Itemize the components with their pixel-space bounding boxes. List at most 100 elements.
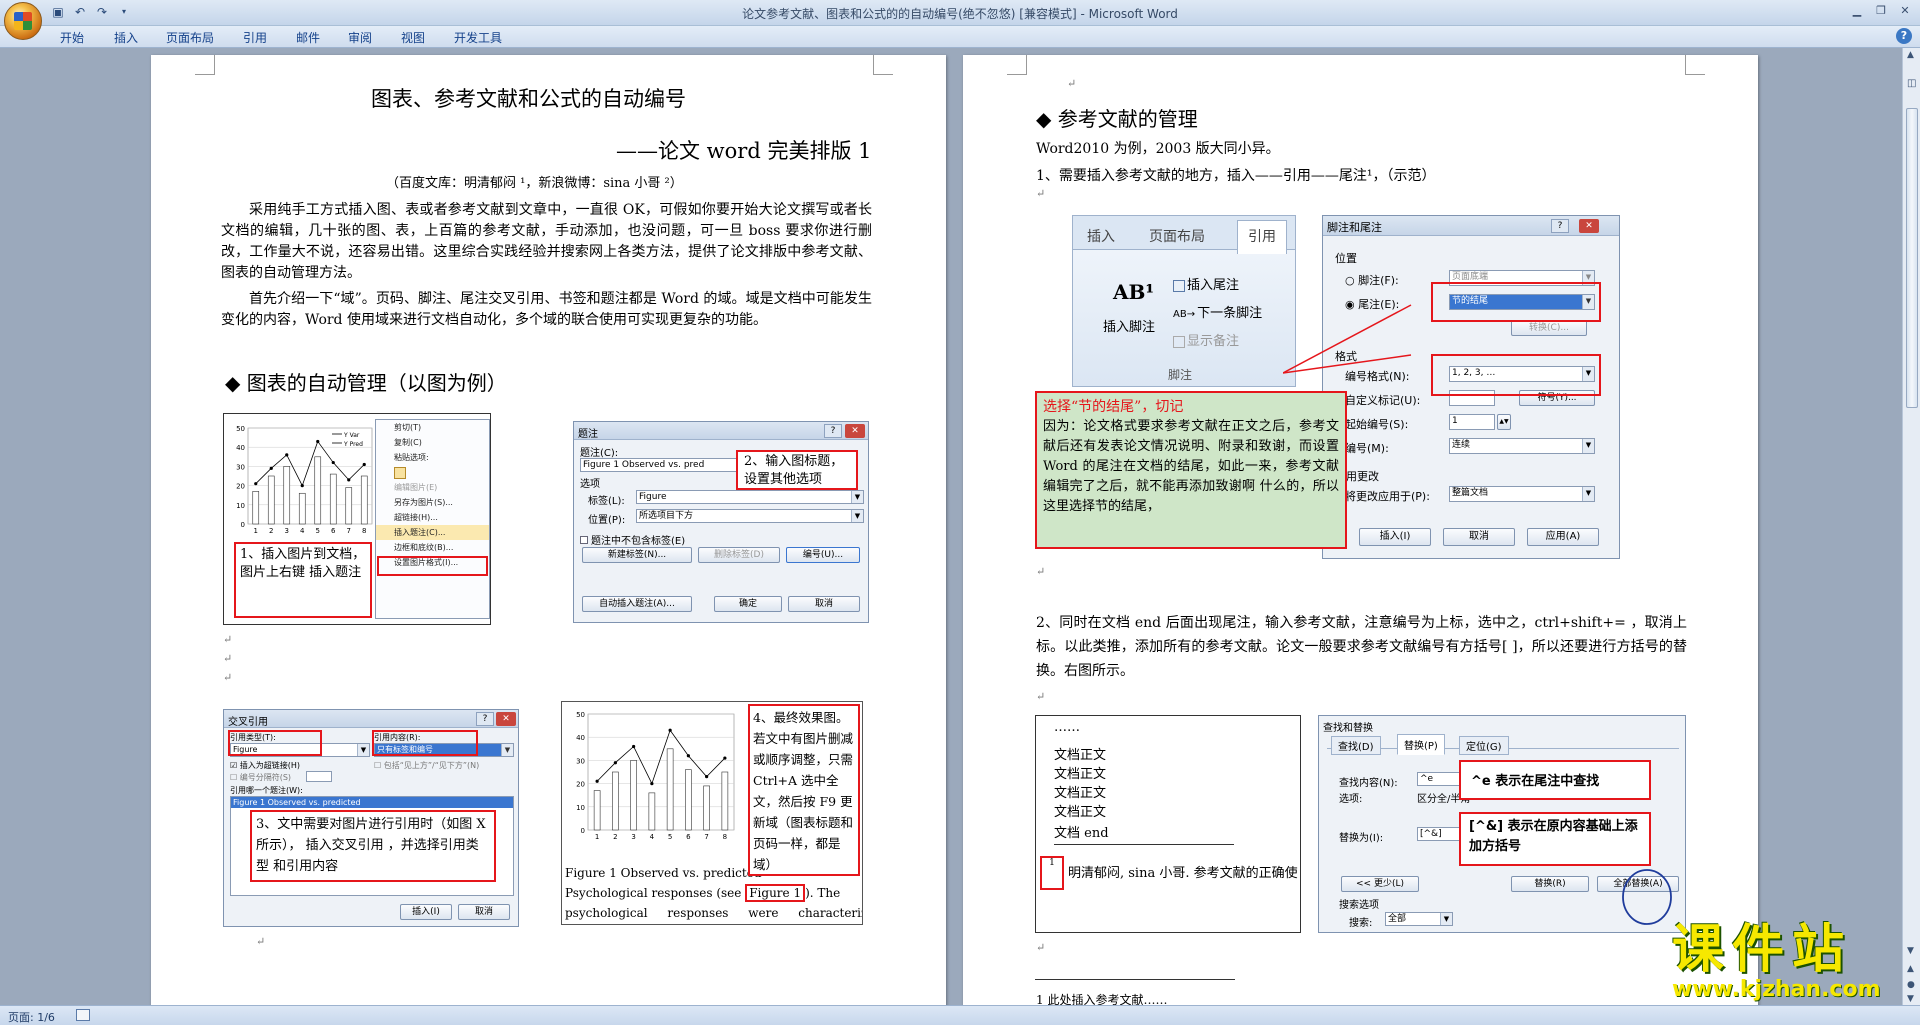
vertical-scrollbar[interactable]: ▲ ◫ ▼ ▲ ● ▼ <box>1902 48 1920 1005</box>
ruler-toggle-icon[interactable]: ◫ <box>1907 78 1916 89</box>
y-tick-label: 40 <box>236 444 245 452</box>
references-ribbon-snippet: 插入 页面布局 引用 AB¹ 插入脚注 插入尾注 AB→ 下一条脚注 显示备注 脚… <box>1072 215 1296 387</box>
proofing-icon[interactable] <box>76 1009 90 1021</box>
close-icon[interactable]: ✕ <box>845 424 865 438</box>
minimize-icon[interactable]: ▁ <box>1846 2 1868 20</box>
scrollbar-thumb[interactable] <box>1906 108 1918 408</box>
watermark-url: www.kjzhan.com <box>1672 977 1881 1002</box>
numbering-select[interactable]: 连续 ▼ <box>1449 438 1595 454</box>
bar <box>329 473 337 525</box>
final-text-line-1: Psychological responses (see Figure 1). … <box>565 884 840 902</box>
chevron-down-icon: ▼ <box>851 510 863 522</box>
insert-endnote-button[interactable]: 插入尾注 <box>1173 274 1239 293</box>
ok-button[interactable]: 确定 <box>714 596 782 612</box>
autocaption-button[interactable]: 自动插入题注(A)... <box>582 596 692 612</box>
separator-input[interactable] <box>306 771 332 782</box>
menu-borders[interactable]: 边框和底纹(B)... <box>376 540 489 555</box>
xref-cancel-button[interactable]: 取消 <box>458 904 510 920</box>
spinner-icon[interactable]: ▲▼ <box>1497 414 1511 430</box>
next-footnote-button[interactable]: AB→ 下一条脚注 <box>1173 302 1262 321</box>
help-icon[interactable]: ? <box>824 424 842 438</box>
goto-tab[interactable]: 定位(G) <box>1459 736 1509 755</box>
final-chart-plot: 50 40 30 20 10 0 1 2 3 4 5 6 7 8 <box>576 711 735 841</box>
menu-edit-picture[interactable]: 编辑图片(E) <box>376 480 489 495</box>
xref-insert-button[interactable]: 插入(I) <box>400 904 452 920</box>
start-at-input[interactable]: 1 <box>1449 414 1495 430</box>
menu-paste-icon-row[interactable] <box>376 465 489 480</box>
delete-label-button[interactable]: 删除标签(D) <box>698 547 780 563</box>
section-heading-figures: ◆ 图表的自动管理（以图为例） <box>225 371 507 395</box>
numbering-value: 连续 <box>1452 440 1471 450</box>
menu-paste-options[interactable]: 粘贴选项: <box>376 450 489 465</box>
endnote-sample-box: …… 文档正文 文档正文 文档正文 文档正文 文档 end 1 明清郁闷, si… <box>1035 715 1301 933</box>
help-icon[interactable]: ? <box>1551 219 1569 233</box>
caption-list-item[interactable]: Figure 1 Observed vs. predicted <box>231 797 513 808</box>
close-icon[interactable]: ✕ <box>1894 2 1916 20</box>
ribbon-tab-insert[interactable]: 插入 <box>1087 226 1115 246</box>
help-icon[interactable]: ? <box>1896 28 1912 44</box>
page-indicator[interactable]: 页面: 1/6 <box>8 1009 55 1025</box>
menu-hyperlink[interactable]: 超链接(H)... <box>376 510 489 525</box>
ribbon-tab-layout[interactable]: 页面布局 <box>1149 226 1205 246</box>
caption-input[interactable]: Figure 1 Observed vs. pred <box>580 458 748 472</box>
step-2-note: 2、输入图标题，设置其他选项 <box>736 450 858 490</box>
office-button[interactable] <box>4 2 42 40</box>
fn-insert-button[interactable]: 插入(I) <box>1359 528 1431 546</box>
next-page-icon[interactable]: ▼ <box>1907 994 1914 1004</box>
position-field-label: 位置(P): <box>588 515 626 526</box>
tab-view[interactable]: 视图 <box>401 29 425 46</box>
find-tab[interactable]: 查找(D) <box>1331 736 1381 755</box>
separator-text: 编号分隔符(S) <box>239 773 292 782</box>
help-icon[interactable]: ? <box>476 712 494 726</box>
chevron-down-icon: ▼ <box>501 744 513 756</box>
menu-copy[interactable]: 复制(C) <box>376 435 489 450</box>
label-select[interactable]: Figure ▼ <box>636 490 864 504</box>
replace-tab[interactable]: 替换(P) <box>1397 734 1445 755</box>
less-button[interactable]: << 更少(L) <box>1341 876 1419 892</box>
browse-object-icon[interactable]: ● <box>1907 980 1915 990</box>
search-direction-select[interactable]: 全部 ▼ <box>1385 912 1453 926</box>
separator-checkbox[interactable]: ☐ 编号分隔符(S) <box>230 772 291 783</box>
scroll-down-icon[interactable]: ▼ <box>1907 946 1914 956</box>
apply-to-select[interactable]: 整篇文档 ▼ <box>1449 486 1595 502</box>
restore-icon[interactable]: ❐ <box>1870 2 1892 20</box>
highlight-number-format <box>1431 354 1601 396</box>
x-tick-label: 4 <box>650 833 655 841</box>
fn-apply-button[interactable]: 应用(A) <box>1527 528 1599 546</box>
close-icon[interactable]: ✕ <box>496 712 516 726</box>
insert-hyperlink-checkbox[interactable]: ☑ 插入为超链接(H) <box>230 760 300 771</box>
menu-insert-caption[interactable]: 插入题注(C)... <box>376 525 489 540</box>
insert-footnote-button[interactable]: 插入脚注 <box>1103 316 1155 335</box>
footnote-group-label: 脚注 <box>1168 368 1193 382</box>
include-above-checkbox[interactable]: ☐ 包括“见上方”/“见下方”(N) <box>374 760 479 771</box>
doc-body-line: 文档正文 <box>1054 805 1107 820</box>
y-tick-label: 0 <box>581 827 585 835</box>
show-notes-button[interactable]: 显示备注 <box>1173 330 1239 349</box>
ribbon-tab-references[interactable]: 引用 <box>1237 220 1287 254</box>
y-tick-label: 40 <box>576 734 585 742</box>
replace-button[interactable]: 替换(R) <box>1511 876 1589 892</box>
fn-cancel-button[interactable]: 取消 <box>1443 528 1515 546</box>
tab-mailings[interactable]: 邮件 <box>296 29 320 46</box>
prev-page-icon[interactable]: ▲ <box>1907 964 1914 974</box>
x-tick-label: 8 <box>723 833 727 841</box>
scroll-up-icon[interactable]: ▲ <box>1907 50 1914 60</box>
tab-home[interactable]: 开始 <box>60 29 84 46</box>
doc-body-line: 文档正文 <box>1054 748 1107 763</box>
convert-button[interactable]: 转换(C)... <box>1511 320 1587 336</box>
menu-cut[interactable]: 剪切(T) <box>376 420 489 435</box>
tab-insert[interactable]: 插入 <box>114 29 138 46</box>
section-heading-references: ◆ 参考文献的管理 <box>1036 107 1198 131</box>
position-select[interactable]: 所选项目下方 ▼ <box>636 509 864 523</box>
tab-developer[interactable]: 开发工具 <box>454 29 502 46</box>
numbering-button[interactable]: 编号(U)... <box>786 547 860 563</box>
close-icon[interactable]: ✕ <box>1579 219 1599 233</box>
cancel-button[interactable]: 取消 <box>788 596 860 612</box>
new-label-button[interactable]: 新建标签(N)... <box>582 547 692 563</box>
tab-references[interactable]: 引用 <box>243 29 267 46</box>
exclude-label-checkbox[interactable]: 题注中不包含标签(E) <box>580 532 685 547</box>
tab-page-layout[interactable]: 页面布局 <box>166 29 214 46</box>
menu-save-as-picture[interactable]: 另存为图片(S)... <box>376 495 489 510</box>
tab-review[interactable]: 审阅 <box>348 29 372 46</box>
plot-frame <box>587 713 735 831</box>
